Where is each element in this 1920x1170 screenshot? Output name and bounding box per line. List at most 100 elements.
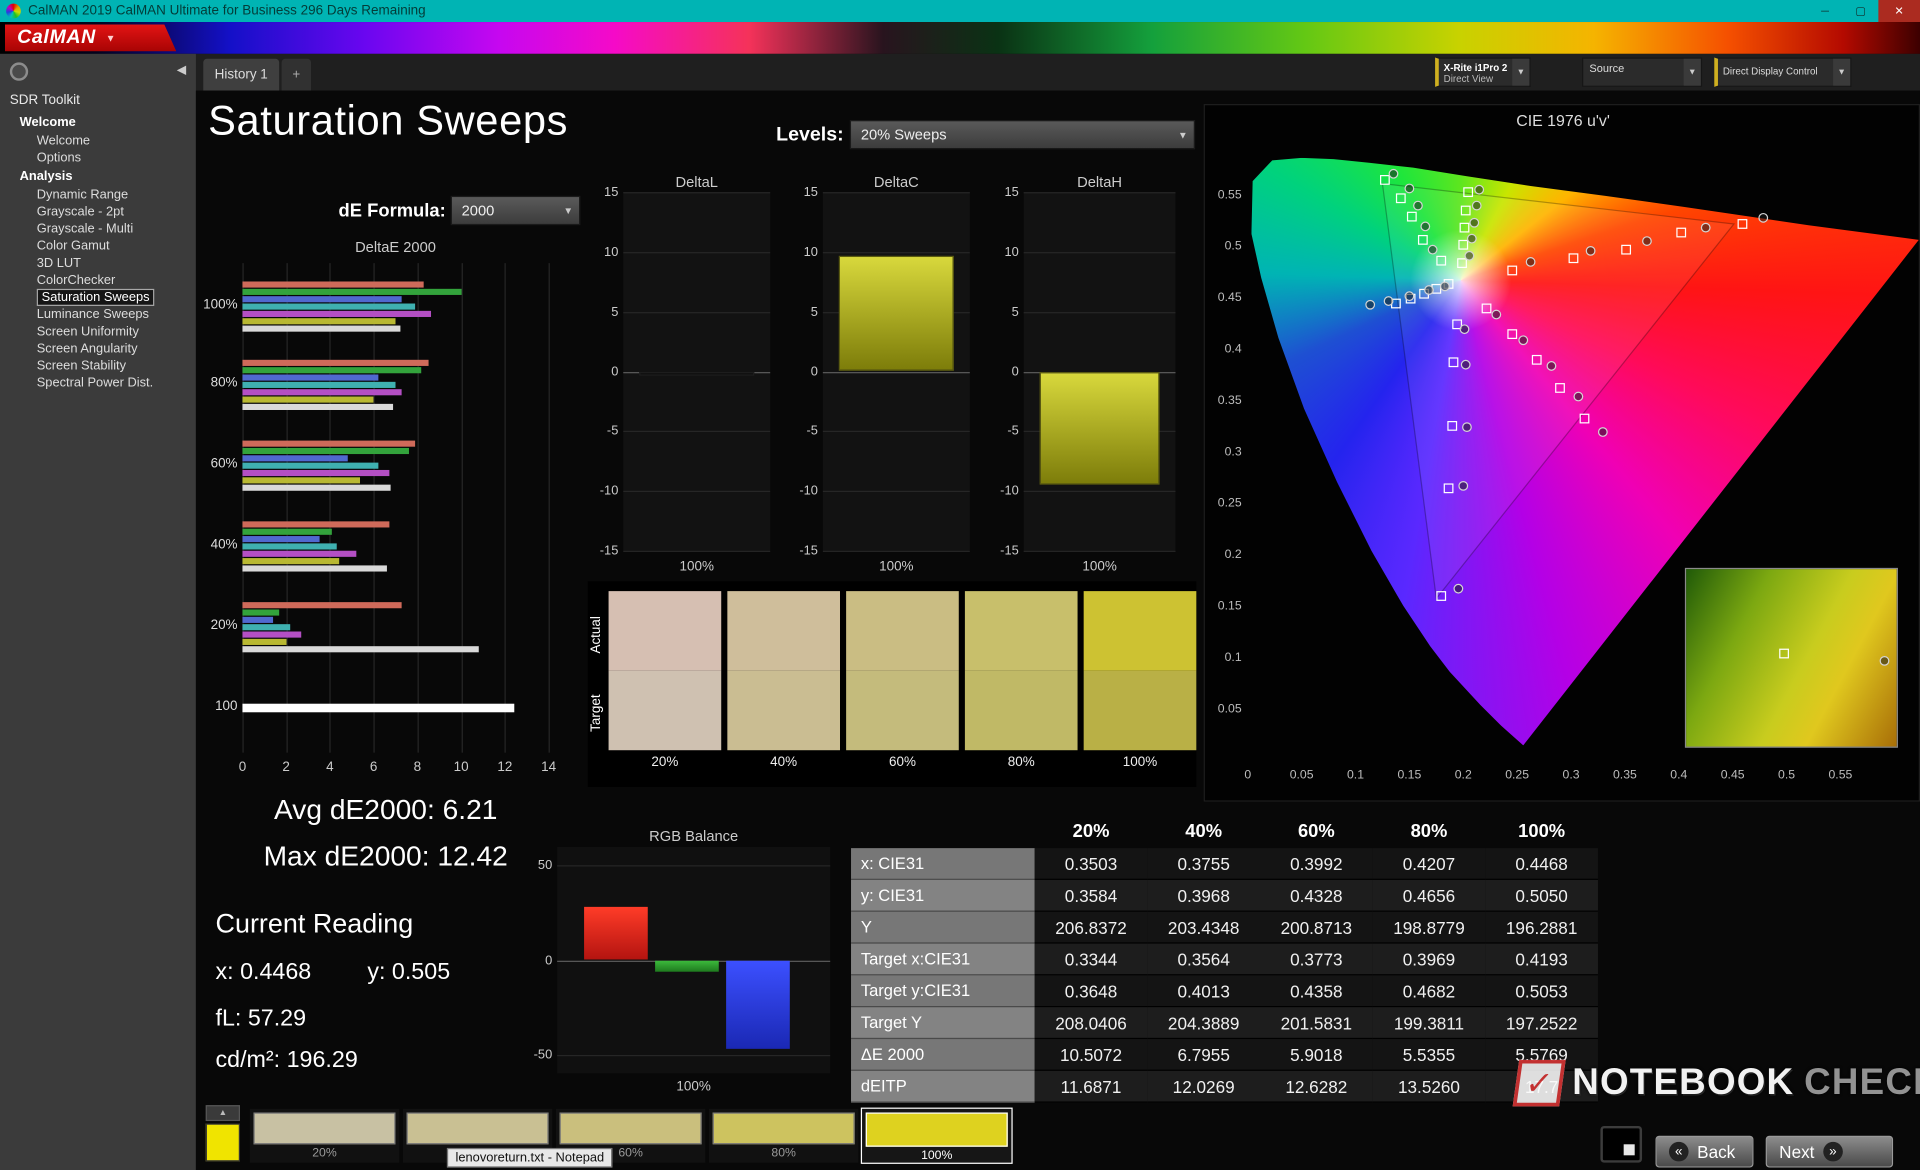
sidebar-section-welcome[interactable]: Welcome: [0, 113, 196, 133]
y-axis-tick-label: -50: [533, 1047, 553, 1062]
cell-value: 12.0269: [1147, 1070, 1261, 1103]
gridline: [623, 192, 771, 194]
gridline: [822, 490, 970, 493]
page-title: Saturation Sweeps: [208, 97, 569, 145]
cell-value: 196.2881: [1485, 911, 1598, 944]
swatch-column-label: 40%: [770, 755, 798, 770]
sidebar-item-dynamic-range[interactable]: Dynamic Range: [0, 186, 196, 203]
sidebar-item-color-gamut[interactable]: Color Gamut: [0, 237, 196, 254]
x-axis-tick-label: 0.55: [1828, 768, 1853, 783]
meter-selector[interactable]: X-Rite i1Pro 2 Direct View ▼: [1435, 57, 1531, 87]
menu-circle-icon[interactable]: [9, 62, 29, 81]
cell-value: 0.3648: [1034, 975, 1148, 1008]
top-toolbar: History 1 + X-Rite i1Pro 2 Direct View ▼…: [0, 53, 1920, 141]
actual-swatch: [727, 591, 841, 671]
sidebar-item-grayscale-multi[interactable]: Grayscale - Multi: [0, 220, 196, 237]
table-row: Target x:CIE31 0.3344 0.3564 0.3773 0.3969 0.…: [851, 943, 1598, 976]
sidebar-item-luminance-sweeps[interactable]: Luminance Sweeps: [0, 306, 196, 323]
minimize-button[interactable]: ─: [1807, 0, 1843, 22]
y-axis-tick-label: -5: [1007, 423, 1019, 439]
watermark-text-notebook: NOTEBOOK: [1572, 1062, 1795, 1103]
sidebar-item-screen-angularity[interactable]: Screen Angularity: [0, 340, 196, 357]
gridline: [329, 263, 332, 753]
group-label: 40%: [210, 537, 238, 552]
patch-button-100[interactable]: 100%: [860, 1107, 1013, 1164]
arrow-up-icon: ▲: [218, 1108, 228, 1118]
bar: [242, 454, 348, 461]
sidebar-item-spectral-power-dist[interactable]: Spectral Power Dist.: [0, 374, 196, 391]
sidebar-item-colorchecker[interactable]: ColorChecker: [0, 272, 196, 289]
deltah-plot: 15 10 5 0 -5 -10 -15: [1000, 185, 1176, 558]
sidebar-item-label: Dynamic Range: [36, 187, 129, 202]
bar-blue: [726, 960, 790, 1049]
bar: [242, 616, 274, 623]
row-label: Target y:CIE31: [851, 975, 1035, 1008]
patch-swatch: [406, 1112, 549, 1145]
measured-point: [1459, 324, 1470, 335]
target-row-label: Target: [588, 694, 604, 733]
sidebar-item-screen-uniformity[interactable]: Screen Uniformity: [0, 323, 196, 340]
column-header: 40%: [1185, 820, 1223, 842]
x-axis-tick-label: 2: [282, 760, 290, 775]
calman-menu-button[interactable]: CalMAN ▼: [4, 24, 177, 52]
bar: [242, 645, 479, 652]
gridline: [1023, 251, 1176, 254]
tab-history-1[interactable]: History 1: [203, 58, 280, 91]
x-axis-tick-label: 10: [453, 760, 469, 775]
sidebar-item-3d-lut[interactable]: 3D LUT: [0, 255, 196, 272]
display-control-selector[interactable]: Direct Display Control ▼: [1714, 57, 1852, 87]
bar: [242, 359, 429, 366]
y-axis-tick-label: 50: [537, 858, 553, 874]
group-label: 100: [215, 698, 238, 714]
y-axis-tick-label: 0.5: [1224, 239, 1242, 254]
column-header: [851, 814, 1035, 848]
levels-label: Levels:: [776, 124, 844, 146]
patch-button-80[interactable]: 80%: [708, 1108, 859, 1163]
deltac-plot: 15 10 5 0 -5 -10 -15: [799, 185, 970, 558]
sidebar-item-saturation-sweeps[interactable]: Saturation Sweeps: [0, 288, 196, 306]
patch-button-20[interactable]: 20%: [249, 1108, 400, 1163]
gridline: [623, 431, 771, 433]
sidebar-item-label: ColorChecker: [36, 272, 116, 288]
sidebar-section-analysis[interactable]: Analysis: [0, 166, 196, 186]
x-axis-tick-label: 0.05: [1289, 768, 1314, 783]
bar: [242, 373, 379, 381]
cie-zoom-inset: [1684, 567, 1898, 748]
row-label: Y: [851, 911, 1035, 944]
close-button[interactable]: ✕: [1878, 0, 1920, 23]
notebookcheck-watermark: ✓ NOTEBOOK CHECK: [1512, 1059, 1920, 1107]
display-window-button[interactable]: [1600, 1125, 1643, 1163]
cell-value: 0.4328: [1260, 879, 1373, 912]
sidebar-item-label: Grayscale - 2pt: [36, 204, 124, 220]
sidebar-item-grayscale-2pt[interactable]: Grayscale - 2pt: [0, 203, 196, 220]
maximize-button[interactable]: ▢: [1843, 0, 1879, 22]
next-button[interactable]: Next »: [1765, 1135, 1894, 1168]
chevrons-right-icon: »: [1823, 1141, 1843, 1162]
patch-swatch: [253, 1112, 396, 1145]
formula-dropdown[interactable]: 2000 ▼: [450, 195, 581, 226]
target-point: [1506, 265, 1517, 276]
deltah-xlabel: 100%: [1082, 559, 1117, 574]
patch-expand-button[interactable]: ▲: [205, 1105, 241, 1122]
y-axis-tick-label: 0: [1011, 364, 1019, 379]
back-button[interactable]: « Back: [1655, 1135, 1754, 1168]
patch-swatch: [865, 1112, 1008, 1147]
x-axis-tick-label: 0.2: [1454, 768, 1472, 783]
sidebar-item-screen-stability[interactable]: Screen Stability: [0, 357, 196, 374]
sidebar-item-welcome[interactable]: Welcome: [0, 132, 196, 149]
source-selector[interactable]: Source ▼: [1582, 57, 1703, 87]
y-axis-tick-label: -15: [799, 543, 818, 559]
bar: [242, 439, 416, 447]
sidebar-collapse-button[interactable]: ◀: [177, 64, 186, 77]
cell-value: 11.6871: [1034, 1070, 1148, 1103]
y-axis-tick-label: -10: [1000, 483, 1019, 499]
measurement-table: 20% 40% 60% 80% 100% x: CIE31 0.3503 0.3755 0.39…: [851, 814, 1598, 1103]
rgb-balance-title: RGB Balance: [649, 827, 739, 845]
gridline: [623, 490, 771, 493]
back-label: Back: [1697, 1141, 1736, 1162]
sidebar-item-options[interactable]: Options: [0, 149, 196, 166]
add-tab-button[interactable]: +: [281, 58, 312, 91]
bar: [639, 371, 755, 376]
levels-dropdown[interactable]: 20% Sweeps ▼: [849, 119, 1196, 150]
row-label: dEITP: [851, 1070, 1035, 1103]
